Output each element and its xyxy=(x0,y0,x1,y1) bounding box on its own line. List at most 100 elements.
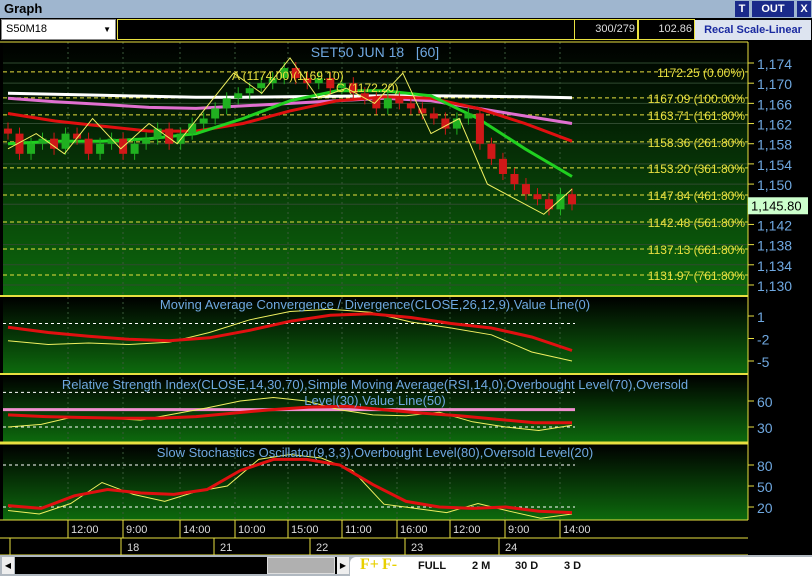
y-tick-label: 1,158 xyxy=(757,137,792,153)
candle xyxy=(96,143,105,154)
y-tick-label: 1,150 xyxy=(757,177,792,193)
out-button[interactable]: OUT xyxy=(752,1,794,17)
candle xyxy=(27,143,36,154)
date-label: 18 xyxy=(127,542,139,554)
title-bar: Graph T OUT X xyxy=(0,0,812,18)
y-tick-label: 1 xyxy=(757,309,765,325)
scrollbar[interactable]: ◀ ▶ F+ F- FULL 2 M 30 D 3 D xyxy=(0,555,812,576)
candle xyxy=(487,143,496,159)
candle xyxy=(234,93,243,99)
candle xyxy=(510,173,519,185)
candle xyxy=(130,143,139,154)
30d-button[interactable]: 30 D xyxy=(515,560,538,572)
annotation-a: A (1174.00)(1169.10) xyxy=(232,69,344,83)
y-tick-label: 1,138 xyxy=(757,238,792,254)
candle xyxy=(406,103,415,109)
value-field: 102.86 xyxy=(638,19,695,40)
2m-button[interactable]: 2 M xyxy=(472,560,490,572)
fib-label: 1163.71 (161.80% xyxy=(648,109,746,123)
stoch-title: Slow Stochastics Oscillator(9,3,3),Overb… xyxy=(157,445,593,460)
candle xyxy=(38,138,47,144)
y-tick-label: 1,162 xyxy=(757,117,792,133)
time-label: 9:00 xyxy=(126,524,147,536)
time-label: 16:00 xyxy=(400,524,428,536)
full-button[interactable]: FULL xyxy=(418,560,446,572)
time-label: 12:00 xyxy=(71,524,99,536)
chart-area[interactable]: 1172.25 (0.00%) 1167.09 (100.00% 1163.71 (… xyxy=(0,40,812,555)
candle xyxy=(245,88,254,94)
candle xyxy=(84,138,93,154)
symbol-value: S50M18 xyxy=(6,23,47,35)
time-label: 10:00 xyxy=(238,524,266,536)
date-label: 23 xyxy=(411,542,423,554)
scroll-right-button[interactable]: ▶ xyxy=(337,557,349,574)
candle xyxy=(475,113,484,144)
t-button[interactable]: T xyxy=(735,1,749,17)
candle xyxy=(50,138,59,149)
candle xyxy=(257,83,266,89)
y-tick-label: 1,166 xyxy=(757,96,792,112)
time-label: 12:00 xyxy=(453,524,481,536)
candle xyxy=(521,184,530,195)
candle xyxy=(61,133,70,149)
time-label: 14:00 xyxy=(563,524,591,536)
symbol-select[interactable]: S50M18 ▼ xyxy=(1,19,116,40)
scroll-thumb[interactable] xyxy=(267,557,335,574)
fib-label: 1137.13 (661.80% xyxy=(648,243,746,257)
macd-title: Moving Average Convergence / Divergence(… xyxy=(160,297,590,312)
y-tick-label: -2 xyxy=(757,332,770,348)
y-tick-label: 60 xyxy=(757,394,773,410)
rsi-title: Relative Strength Index(CLOSE,14,30,70),… xyxy=(62,377,688,392)
price-panel-bg xyxy=(3,42,748,295)
y-tick-label: 1,174 xyxy=(757,56,792,72)
candle xyxy=(568,194,576,205)
price-panel-title: SET50 JUN 18 [60] xyxy=(311,44,439,60)
y-tick-label: 50 xyxy=(757,479,773,495)
time-label: 14:00 xyxy=(183,524,211,536)
fib-label: 1153.20 (361.80% xyxy=(648,162,746,176)
date-label: 22 xyxy=(316,542,328,554)
zoom-out-button[interactable]: F- xyxy=(382,556,397,574)
candle xyxy=(383,98,392,109)
date-label: 21 xyxy=(220,542,232,554)
y-tick-label: 1,170 xyxy=(757,76,792,92)
candle xyxy=(533,194,542,200)
date-label: 24 xyxy=(505,542,517,554)
info-field xyxy=(117,19,638,40)
y-tick-label: 1,154 xyxy=(757,157,792,173)
close-button[interactable]: X xyxy=(797,1,811,17)
fib-label: 1158.36 (261.80% xyxy=(648,136,746,150)
time-label: 9:00 xyxy=(508,524,529,536)
candle xyxy=(429,113,438,119)
y-tick-label: -5 xyxy=(757,354,770,370)
fib-label: 1147.84 (461.80% xyxy=(648,189,746,203)
time-label: 11:00 xyxy=(345,524,372,536)
fib-label: 1131.97 (761.80% xyxy=(648,269,746,283)
chevron-down-icon: ▼ xyxy=(103,25,111,34)
fib-label: 1172.25 (0.00%) xyxy=(657,66,745,80)
zoom-toolbar: F+ F- FULL 2 M 30 D 3 D xyxy=(350,556,812,576)
candle xyxy=(222,98,231,109)
y-tick-label: 1,142 xyxy=(757,217,792,233)
recal-scale-button[interactable]: Recal Scale-Linear xyxy=(695,20,811,40)
zoom-in-button[interactable]: F+ xyxy=(360,556,379,574)
fib-label: 1167.09 (100.00% xyxy=(648,92,746,106)
candle xyxy=(142,138,151,144)
fib-label: 1142.48 (561.80% xyxy=(648,216,746,230)
candle xyxy=(464,113,473,119)
3d-button[interactable]: 3 D xyxy=(564,560,581,572)
annotation-c: C (1172.20) xyxy=(336,81,398,95)
time-label: 15:00 xyxy=(291,524,319,536)
candle xyxy=(395,98,404,104)
window-title: Graph xyxy=(4,1,43,16)
scroll-left-button[interactable]: ◀ xyxy=(2,557,14,574)
candle xyxy=(199,118,208,124)
y-tick-label: 80 xyxy=(757,458,773,474)
current-price-label: 1,145.80 xyxy=(751,198,802,213)
candle xyxy=(211,108,220,119)
candle xyxy=(498,158,507,174)
y-tick-label: 1,134 xyxy=(757,258,792,274)
y-tick-label: 1,130 xyxy=(757,278,792,294)
y-tick-label: 20 xyxy=(757,500,773,516)
y-tick-label: 30 xyxy=(757,420,773,436)
